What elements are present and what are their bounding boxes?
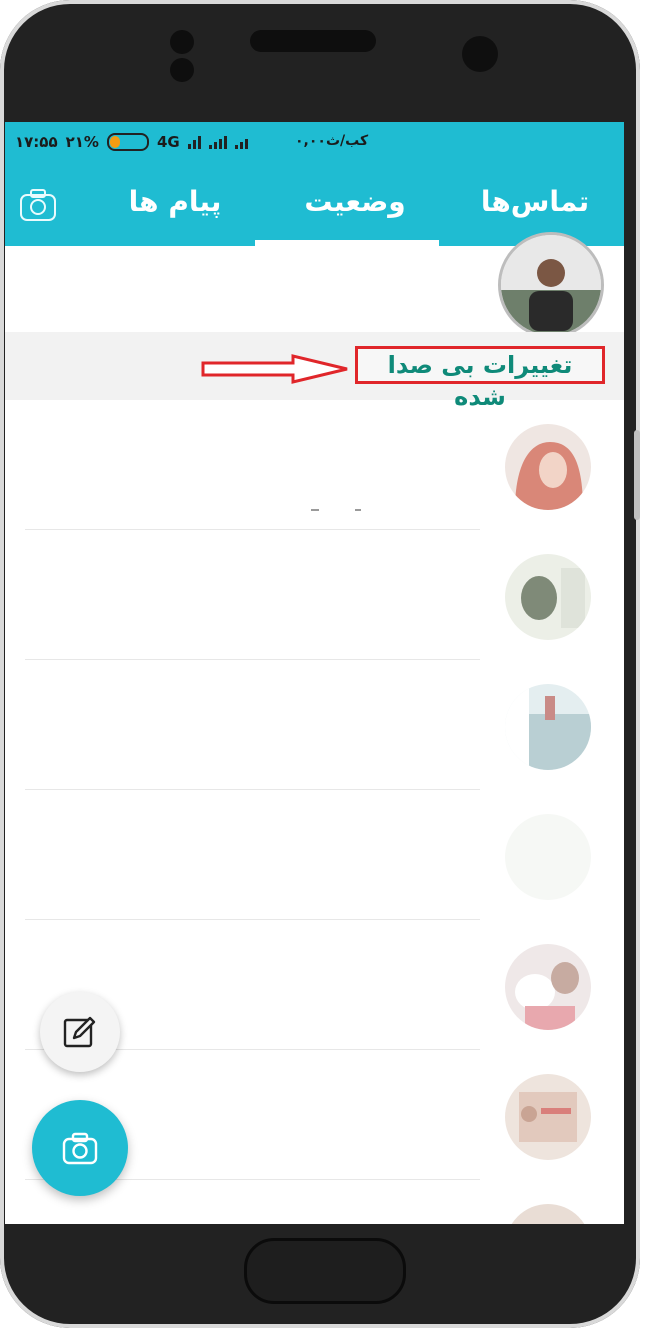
avatar[interactable] xyxy=(505,424,591,510)
new-photo-status-button[interactable] xyxy=(32,1100,128,1196)
earpiece xyxy=(250,30,376,52)
avatar[interactable] xyxy=(505,1074,591,1160)
signal-icon-3 xyxy=(234,135,248,149)
battery-icon xyxy=(106,133,149,151)
network-speed: ۰,۰۰کب/ث xyxy=(295,133,369,149)
list-item[interactable] xyxy=(5,530,624,660)
list-item[interactable] xyxy=(5,400,624,530)
home-button[interactable] xyxy=(244,1238,406,1304)
signal-icon xyxy=(187,135,201,149)
avatar[interactable] xyxy=(498,232,604,338)
muted-section-header: تغییرات بی صدا شده xyxy=(5,332,624,411)
pencil-icon xyxy=(63,1016,96,1048)
annotation-box: تغییرات بی صدا شده xyxy=(355,346,605,411)
tab-messages[interactable]: پیام ها xyxy=(105,182,245,222)
tab-calls[interactable]: تماس‌ها xyxy=(475,182,595,222)
new-text-status-button[interactable] xyxy=(40,992,120,1072)
sensor-dots xyxy=(170,30,224,82)
tab-bar: پیام ها وضعیت تماس‌ها xyxy=(5,164,624,246)
camera-icon[interactable] xyxy=(19,186,57,224)
avatar[interactable] xyxy=(505,684,591,770)
avatar[interactable] xyxy=(505,1204,591,1224)
status-time: ۱۷:۵۵ xyxy=(15,133,58,151)
avatar[interactable] xyxy=(505,554,591,640)
battery-percent: ۲۱% xyxy=(65,133,99,151)
side-key xyxy=(634,430,640,520)
phone-frame: ۱۷:۵۵ ۲۱% 4G ۰,۰۰کب/ث پیام ها وضعیت تماس… xyxy=(0,0,640,1328)
list-item[interactable] xyxy=(5,660,624,790)
avatar[interactable] xyxy=(505,944,591,1030)
network-type: 4G xyxy=(156,133,180,151)
screen: ۱۷:۵۵ ۲۱% 4G ۰,۰۰کب/ث پیام ها وضعیت تماس… xyxy=(5,122,624,1224)
front-camera xyxy=(462,36,498,72)
my-status-row[interactable] xyxy=(5,232,624,338)
tab-status[interactable]: وضعیت xyxy=(265,182,445,222)
list-item[interactable] xyxy=(5,790,624,920)
annotation-arrow xyxy=(201,354,348,384)
status-bar: ۱۷:۵۵ ۲۱% 4G ۰,۰۰کب/ث xyxy=(5,122,624,164)
avatar[interactable] xyxy=(505,814,591,900)
camera-icon xyxy=(62,1132,98,1165)
signal-icon-2 xyxy=(208,135,227,149)
